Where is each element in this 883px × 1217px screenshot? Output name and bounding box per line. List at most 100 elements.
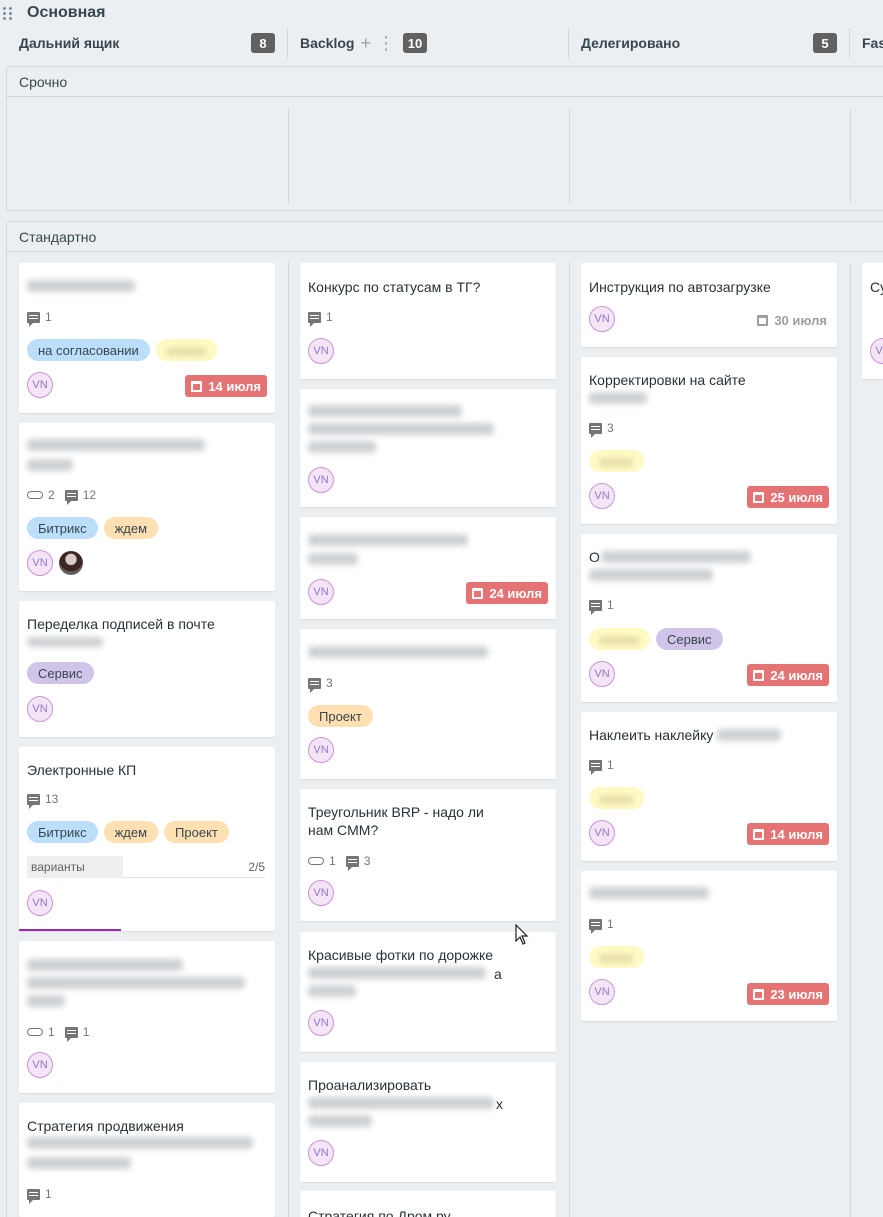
tag-badge[interactable]: xxxxx [589,946,644,968]
avatar[interactable]: VN [308,1140,334,1166]
task-card[interactable]: Наклеить наклейку 1 xxxxx VN 14 июля [581,712,837,861]
task-card[interactable]: Корректировки на сайте 3 xxxxx VN 25 июл… [581,357,837,524]
column-divider [850,262,851,1217]
task-card[interactable]: Треугольник BRP - надо ли нам CMM? 1 3 V… [300,789,556,921]
card-title: х [496,1096,503,1112]
attachment-icon [27,1028,43,1036]
due-date-badge[interactable]: 24 июля [747,664,829,686]
avatar[interactable]: VN [27,372,53,398]
avatar[interactable]: VN [27,696,53,722]
due-date-badge[interactable]: 14 июля [747,823,829,845]
drag-handle-icon[interactable] [3,6,13,20]
card-title: а [494,966,502,982]
lane-title[interactable]: Срочно [7,67,883,97]
avatar[interactable]: VN [308,338,334,364]
avatar[interactable]: VN [589,483,615,509]
comment-icon [589,918,602,934]
column-title: Backlog [300,35,355,51]
task-card[interactable]: Переделка подписей в почте Сервис VN [19,601,275,737]
avatar[interactable]: VN [308,467,334,493]
avatar[interactable]: VN [308,1010,334,1036]
tag-badge[interactable]: xxxxxx [155,339,217,361]
avatar[interactable]: VN [27,1052,53,1078]
blurred-title [589,569,713,581]
avatar[interactable]: VN [27,890,53,916]
tag-badge[interactable]: Битрикс [27,517,98,539]
tag-badge[interactable]: xxxxx [589,450,644,472]
due-date-badge[interactable]: 25 июля [747,486,829,508]
avatar[interactable]: VN [589,306,615,332]
task-card[interactable]: Конкурс по статусам в ТГ? 1 VN [300,263,556,379]
column-header-backlog[interactable]: Backlog + ⋮ 10 [290,28,569,58]
task-card[interactable]: Проанализировать х VN [300,1062,556,1182]
task-card[interactable]: Красивые фотки по дорожке а VN [300,932,556,1052]
attachment-icon [27,491,43,499]
task-card[interactable]: 1 1 VN [19,941,275,1093]
task-card[interactable]: Инструкция по автозагрузке VN 30 июля [581,263,837,347]
tag-badge[interactable]: на согласовании [27,339,150,361]
task-card[interactable]: О 1 xxxxxx Сервис VN 24 июля [581,534,837,702]
comment-icon [64,1026,78,1042]
tag-badge[interactable]: Сервис [27,662,94,684]
task-card[interactable]: Стратегия продвижения 1 [19,1103,275,1217]
comment-icon [589,759,602,775]
column-divider [288,109,289,203]
mouse-cursor-icon [515,924,529,945]
blurred-title [27,977,245,989]
blurred-title [308,423,494,435]
comment-icon [27,1188,40,1204]
tag-badge[interactable]: xxxxxx [589,628,650,650]
column-header-delegated[interactable]: Делегировано 5 [571,28,850,58]
checklist[interactable]: варианты 2/5 [27,855,265,878]
blurred-title [589,392,647,404]
column-title: Делегировано [581,35,681,51]
task-card[interactable]: VN 24 июля [300,517,556,619]
due-date-badge[interactable]: 14 июля [185,375,267,397]
tag-badge[interactable]: Сервис [656,628,723,650]
card-title: Су [870,279,883,295]
column-header-fast[interactable]: Fas [852,28,883,58]
card-title: Стратегия по Дром.ру [308,1208,451,1217]
tag-badge[interactable]: Проект [308,705,373,727]
due-date-badge[interactable]: 23 июля [747,983,829,1005]
task-card[interactable]: 1 на согласовании xxxxxx VN 14 июля [19,263,275,413]
task-card[interactable]: Электронные КП 13 Битрикс ждем Проект ва… [19,747,275,931]
avatar[interactable]: VN [308,880,334,906]
task-card[interactable]: 2 12 Битрикс ждем VN [19,423,275,591]
user-photo-avatar[interactable] [59,551,83,575]
blurred-title [27,959,183,971]
avatar[interactable]: VN [870,338,883,364]
task-card[interactable]: Стратегия по Дром.ру [300,1191,556,1217]
avatar[interactable]: VN [589,979,615,1005]
task-card[interactable]: VN [300,389,556,507]
avatar[interactable]: VN [589,661,615,687]
blurred-title [27,459,73,471]
tag-badge[interactable]: ждем [103,517,159,539]
column-divider [569,109,570,203]
task-card[interactable]: 1 xxxxx VN 23 июля [581,871,837,1021]
comment-icon [308,677,321,693]
blurred-title [27,280,135,292]
tag-badge[interactable]: ждем [103,821,159,843]
card-title: Стратегия продвижения [27,1118,184,1134]
lane-title[interactable]: Стандартно [7,222,883,252]
avatar[interactable]: VN [308,737,334,763]
task-card[interactable]: 3 Проект VN [300,629,556,779]
tag-badge[interactable]: Проект [164,821,229,843]
column-count-badge: 8 [251,33,275,53]
avatar[interactable]: VN [308,579,334,605]
due-date-badge[interactable]: 24 июля [466,582,548,604]
avatar[interactable]: VN [589,820,615,846]
card-title: нам CMM? [308,822,379,838]
avatar[interactable]: VN [27,550,53,576]
due-date-label[interactable]: 30 июля [757,313,827,328]
plus-icon[interactable]: + [360,33,371,54]
tag-badge[interactable]: Битрикс [27,821,98,843]
task-card[interactable]: Су VN [862,263,883,379]
column-header-far-box[interactable]: Дальний ящик 8 [9,28,288,58]
tag-badge[interactable]: xxxxx [589,787,644,809]
board-title: Основная [27,4,106,21]
column-title: Fas [862,35,883,51]
kebab-icon[interactable]: ⋮ [377,33,395,54]
calendar-icon [472,587,484,599]
